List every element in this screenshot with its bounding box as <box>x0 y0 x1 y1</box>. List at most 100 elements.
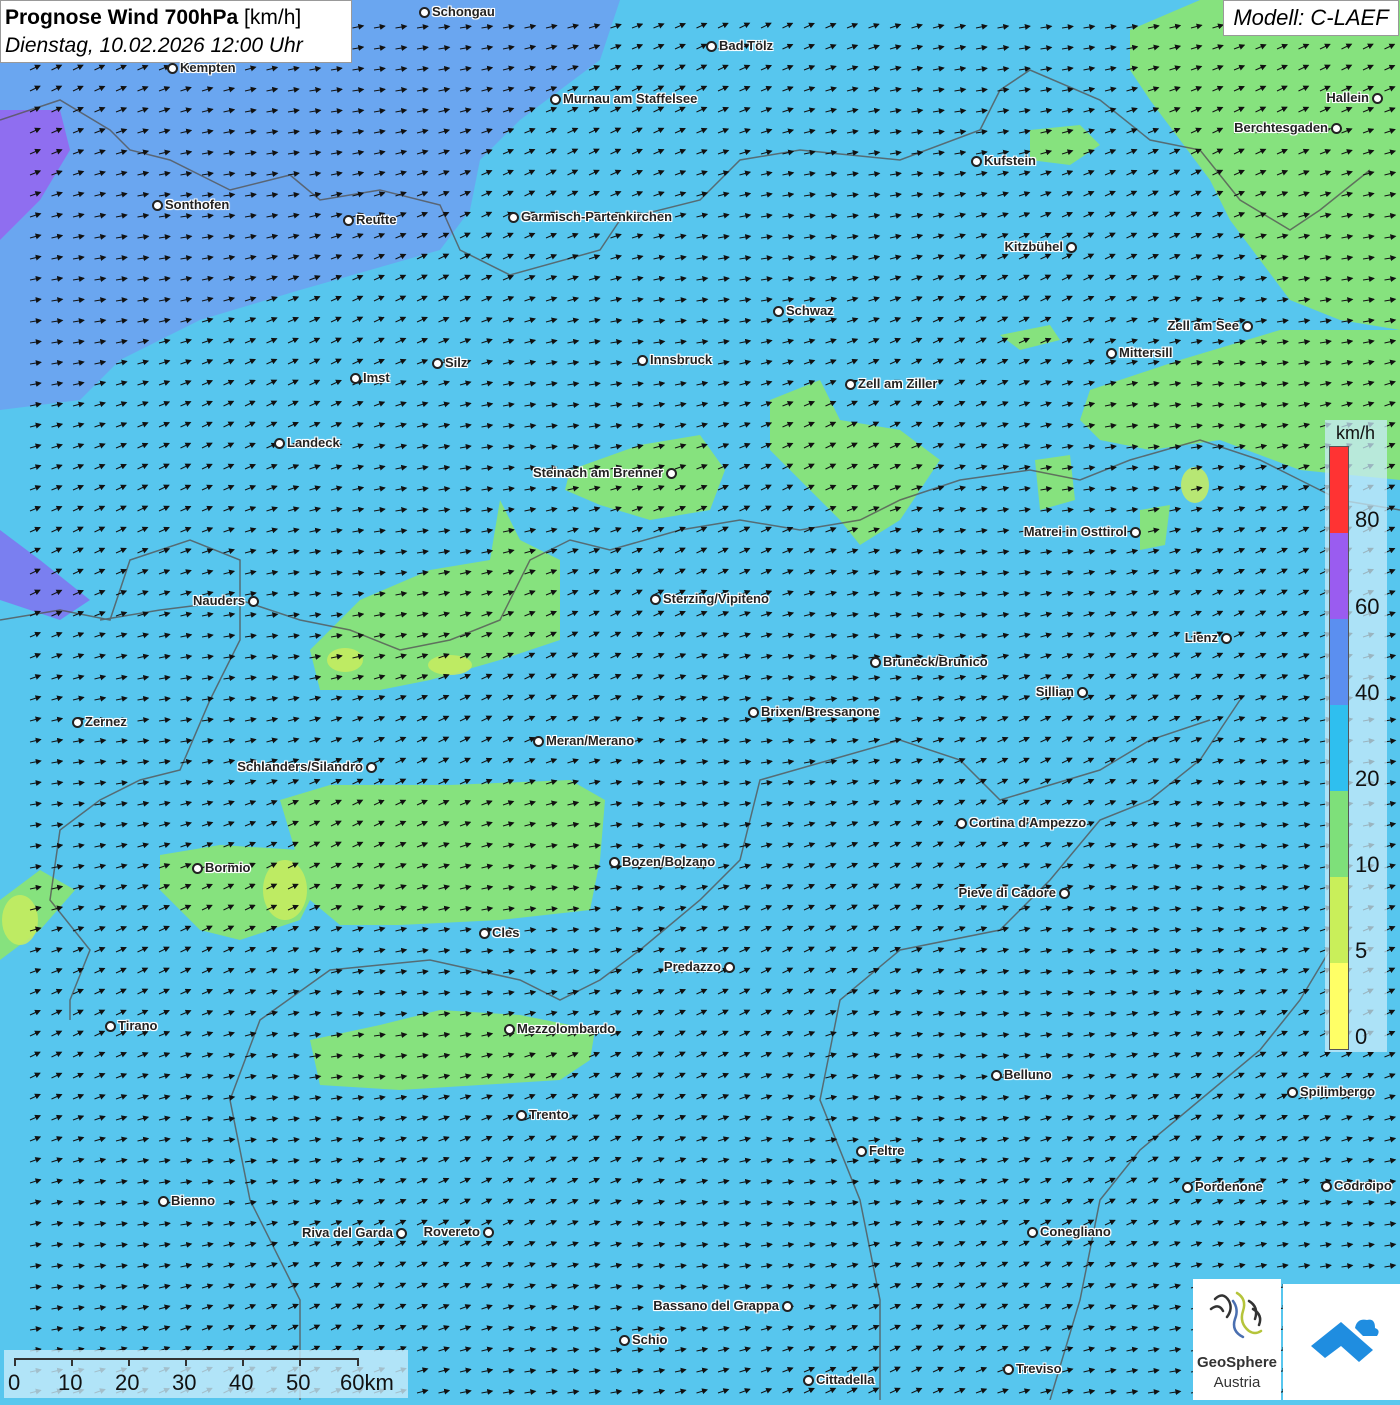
scale-label: 50 <box>286 1370 311 1395</box>
title-main: Prognose Wind 700hPa <box>5 6 239 29</box>
city-marker <box>419 7 430 18</box>
city-label: Bruneck/Brunico <box>883 654 988 669</box>
geosphere-line2: Austria <box>1213 1374 1261 1391</box>
legend-seg-40 <box>1330 619 1348 705</box>
scale-label: 60km <box>340 1370 394 1395</box>
city-marker <box>1130 527 1141 538</box>
legend-seg-5 <box>1330 877 1348 963</box>
weather-app-logo[interactable] <box>1283 1284 1400 1400</box>
scale-tick <box>14 1358 16 1366</box>
wind-zone-5-10-schnals <box>428 655 472 675</box>
city-marker <box>773 306 784 317</box>
city-label: Berchtesgaden <box>1234 120 1328 135</box>
legend-seg-10 <box>1330 791 1348 877</box>
city-marker <box>192 863 203 874</box>
city-marker <box>504 1024 515 1035</box>
wind-zone-5-10-lombardy <box>2 895 38 945</box>
city-label: Tirano <box>118 1018 158 1033</box>
city-marker <box>1242 321 1253 332</box>
city-label: Pieve di Cadore <box>958 885 1056 900</box>
city-marker <box>343 215 354 226</box>
city-label: Kufstein <box>984 153 1036 168</box>
scale-bar: 0 10 20 30 40 50 60km <box>4 1350 408 1398</box>
city-marker <box>274 438 285 449</box>
city-marker <box>991 1070 1002 1081</box>
city-marker <box>1221 633 1232 644</box>
city-label: Riva del Garda <box>301 1225 393 1240</box>
city-marker <box>105 1021 116 1032</box>
city-label: Matrei in Osttirol <box>1023 524 1127 539</box>
city-label: Brixen/Bressanone <box>761 704 880 719</box>
city-marker <box>248 596 259 607</box>
scale-label: 20 <box>115 1370 140 1395</box>
city-label: Schlanders/Silandro <box>237 759 363 774</box>
city-marker <box>637 355 648 366</box>
city-label: Schongau <box>432 4 495 19</box>
scale-tick <box>185 1358 187 1366</box>
city-label: Bassano del Grappa <box>653 1298 779 1313</box>
city-label: Kitzbühel <box>1004 239 1064 254</box>
city-marker <box>1287 1087 1298 1098</box>
city-label: Codroipo <box>1334 1178 1392 1193</box>
scale-tick <box>299 1358 301 1366</box>
city-label: Cittadella <box>816 1372 875 1387</box>
geosphere-emblem-icon <box>1209 1291 1263 1339</box>
city-marker <box>366 762 377 773</box>
city-label: Bienno <box>171 1193 216 1208</box>
city-label: Sterzing/Vipiteno <box>663 591 769 606</box>
city-marker <box>782 1301 793 1312</box>
city-label: Zernez <box>85 714 127 729</box>
city-marker <box>1372 93 1383 104</box>
city-marker <box>650 594 661 605</box>
map-title: Prognose Wind 700hPa [km/h] <box>5 4 347 32</box>
legend-seg-60 <box>1330 533 1348 619</box>
city-marker <box>1331 123 1342 134</box>
legend-seg-80 <box>1330 447 1348 533</box>
forecast-date: Dienstag, 10.02.2026 12:00 Uhr <box>5 34 303 57</box>
model-label: Modell: C-LAEF <box>1223 0 1399 36</box>
city-label: Murnau am Staffelsee <box>563 91 698 106</box>
city-label: Lienz <box>1184 630 1218 645</box>
city-label: Bad Tölz <box>719 38 774 53</box>
city-label: Belluno <box>1004 1067 1052 1082</box>
city-label: Predazzo <box>663 959 721 974</box>
city-label: Trento <box>529 1107 569 1122</box>
city-label: Reutte <box>356 212 397 227</box>
legend-seg-0 <box>1330 963 1348 1049</box>
city-marker <box>1003 1364 1014 1375</box>
legend-bar <box>1329 446 1349 1050</box>
city-label: Feltre <box>869 1143 905 1158</box>
city-marker <box>1077 687 1088 698</box>
city-label: Schwaz <box>786 303 834 318</box>
city-marker <box>479 928 490 939</box>
city-marker <box>1321 1181 1332 1192</box>
city-marker <box>971 156 982 167</box>
city-label: Mittersill <box>1119 345 1173 360</box>
city-marker <box>1106 348 1117 359</box>
city-label: Cortina d'Ampezzo <box>969 815 1087 830</box>
legend-label-60: 60 <box>1355 594 1380 619</box>
color-legend: km/h 80 60 40 20 10 5 0 <box>1325 420 1387 1052</box>
scale-label: 0 <box>8 1370 21 1395</box>
legend-label-80: 80 <box>1355 507 1380 532</box>
city-label: Rovereto <box>423 1224 480 1239</box>
scale-label: 40 <box>229 1370 254 1395</box>
city-marker <box>619 1335 630 1346</box>
city-marker <box>666 468 677 479</box>
city-marker <box>1059 888 1070 899</box>
city-label: Innsbruck <box>650 352 713 367</box>
city-label: Mezzolombardo <box>517 1021 616 1036</box>
city-marker <box>706 41 717 52</box>
city-label: Landeck <box>287 435 340 450</box>
city-marker <box>152 200 163 211</box>
cloud-arrow-icon <box>1311 1319 1379 1362</box>
city-marker <box>856 1146 867 1157</box>
city-label: Cles <box>492 925 520 940</box>
scale-tick <box>71 1358 73 1366</box>
legend-label-10: 10 <box>1355 852 1380 877</box>
city-label: Nauders <box>192 593 245 608</box>
city-label: Bozen/Bolzano <box>622 854 716 869</box>
legend-label-0: 0 <box>1355 1024 1368 1049</box>
geosphere-logo[interactable]: GeoSphere Austria <box>1193 1279 1281 1400</box>
city-marker <box>516 1110 527 1121</box>
